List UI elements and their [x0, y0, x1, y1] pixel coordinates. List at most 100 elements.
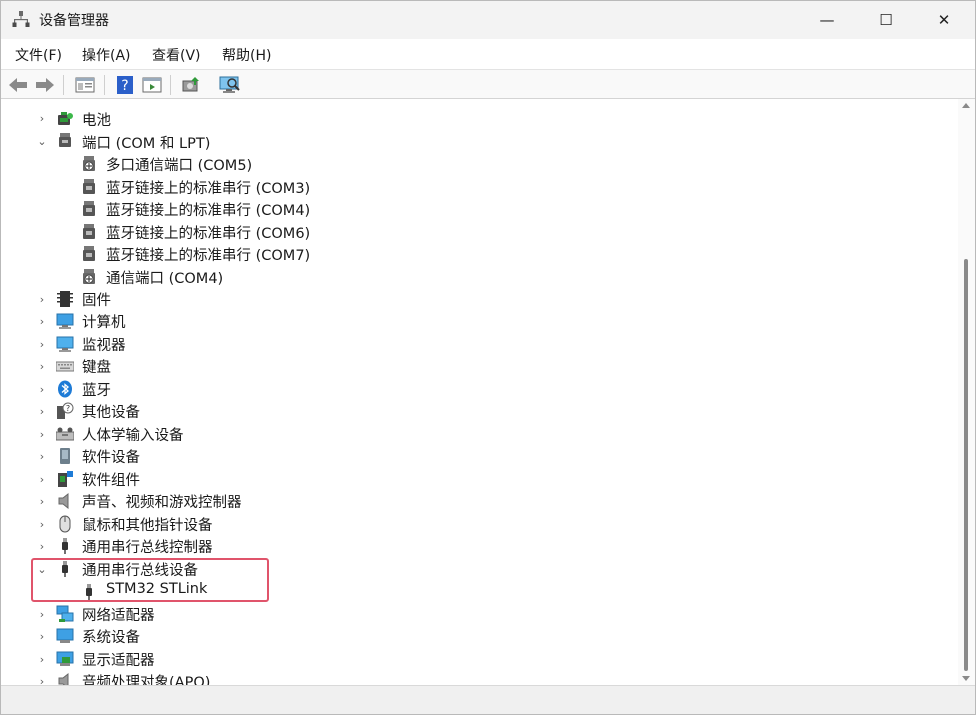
tree-item-display-adapters[interactable]: 显示适配器 [82, 649, 155, 670]
menu-bar: 文件(F) 操作(A) 查看(V) 帮助(H) [1, 39, 975, 69]
expand-chevron[interactable]: › [35, 629, 49, 643]
svg-text:?: ? [121, 78, 128, 94]
expand-chevron[interactable]: › [35, 517, 49, 531]
scan-hardware-button[interactable] [219, 74, 241, 96]
tree-item-audio-processing[interactable]: 音频处理对象(APO) [82, 671, 210, 685]
help-button[interactable]: ? [114, 74, 136, 96]
usb-icon [62, 538, 68, 554]
collapse-chevron[interactable]: ⌄ [35, 562, 49, 576]
usb-icon [86, 584, 92, 600]
tree-item-port[interactable]: 蓝牙链接上的标准串行 (COM6) [106, 222, 310, 243]
tree-item-software-devices[interactable]: 软件设备 [82, 446, 140, 467]
expand-chevron[interactable]: › [35, 652, 49, 666]
software-device-icon [60, 448, 70, 464]
vertical-scrollbar[interactable] [958, 99, 975, 685]
scroll-down-icon[interactable] [962, 676, 970, 681]
expand-chevron[interactable]: › [35, 449, 49, 463]
tree-item-firmware[interactable]: 固件 [82, 289, 111, 310]
maximize-icon: ☐ [879, 11, 893, 29]
tree-item-port[interactable]: 通信端口 (COM4) [106, 267, 223, 288]
serial-port-icon [83, 224, 95, 239]
tree-item-sound[interactable]: 声音、视频和游戏控制器 [82, 491, 242, 512]
tree-item-port[interactable]: 多口通信端口 (COM5) [106, 154, 252, 175]
expand-chevron[interactable]: › [35, 404, 49, 418]
expand-chevron[interactable]: › [35, 674, 49, 686]
system-devices-icon [56, 628, 74, 643]
expand-chevron[interactable]: › [35, 337, 49, 351]
tree-item-usb-controllers[interactable]: 通用串行总线控制器 [82, 536, 213, 557]
expand-chevron[interactable]: › [35, 314, 49, 328]
serial-port-icon [83, 246, 95, 261]
menu-help[interactable]: 帮助(H) [222, 45, 271, 65]
serial-port-icon [83, 201, 95, 216]
expand-chevron[interactable]: › [35, 539, 49, 553]
communications-port-icon [83, 269, 95, 284]
device-tree: › 电池 ⌄ 端口 (COM 和 LPT) 多口通信端口 (COM5) 蓝牙链接… [1, 99, 958, 685]
expand-chevron[interactable]: › [35, 111, 49, 125]
forward-button[interactable] [34, 74, 56, 96]
scrollbar-thumb[interactable] [964, 259, 968, 671]
bluetooth-icon [58, 380, 72, 398]
minimize-icon: — [819, 11, 835, 29]
port-icon [59, 133, 71, 147]
tree-item-bluetooth[interactable]: 蓝牙 [82, 379, 111, 400]
toolbar-separator [63, 75, 64, 95]
expand-chevron[interactable]: › [35, 472, 49, 486]
expand-chevron[interactable]: › [35, 382, 49, 396]
update-driver-button[interactable] [180, 74, 202, 96]
minimize-button[interactable]: — [804, 1, 850, 39]
tree-item-software-components[interactable]: 软件组件 [82, 469, 140, 490]
title-bar: 设备管理器 — ☐ ✕ [1, 1, 975, 39]
expand-chevron[interactable]: › [35, 427, 49, 441]
maximize-button[interactable]: ☐ [863, 1, 909, 39]
tree-item-port[interactable]: 蓝牙链接上的标准串行 (COM3) [106, 177, 310, 198]
tree-item-computer[interactable]: 计算机 [82, 311, 126, 332]
speaker-icon [58, 672, 69, 685]
help-icon: ? [117, 76, 133, 94]
menu-file[interactable]: 文件(F) [15, 45, 62, 65]
scan-hardware-icon [219, 76, 240, 93]
close-button[interactable]: ✕ [921, 1, 967, 39]
collapse-chevron[interactable]: ⌄ [35, 134, 49, 148]
tree-item-ports[interactable]: 端口 (COM 和 LPT) [82, 132, 210, 153]
tree-item-port[interactable]: 蓝牙链接上的标准串行 (COM7) [106, 244, 310, 265]
window-title: 设备管理器 [39, 13, 109, 29]
tree-item-system-devices[interactable]: 系统设备 [82, 626, 140, 647]
close-icon: ✕ [937, 11, 951, 29]
tree-item-keyboards[interactable]: 键盘 [82, 356, 111, 377]
display-adapter-icon [56, 651, 74, 666]
tree-item-stlink[interactable]: STM32 STLink [106, 581, 207, 597]
network-adapter-icon [56, 605, 74, 622]
update-driver-icon [182, 77, 199, 92]
properties-button[interactable] [74, 74, 96, 96]
show-hide-icon [142, 77, 162, 93]
expand-chevron[interactable]: › [35, 292, 49, 306]
menu-action[interactable]: 操作(A) [82, 45, 131, 65]
status-bar [1, 685, 975, 714]
toolbar: ? [1, 69, 975, 99]
mouse-icon [59, 515, 71, 533]
expand-chevron[interactable]: › [35, 494, 49, 508]
show-hide-button[interactable] [141, 74, 163, 96]
tree-item-battery[interactable]: 电池 [82, 109, 111, 130]
multiport-serial-icon [83, 156, 95, 171]
tree-item-monitors[interactable]: 监视器 [82, 334, 126, 355]
tree-item-network-adapters[interactable]: 网络适配器 [82, 604, 155, 625]
expand-chevron[interactable]: › [35, 359, 49, 373]
tree-item-other-devices[interactable]: 其他设备 [82, 401, 140, 422]
scroll-up-icon[interactable] [962, 103, 970, 108]
expand-chevron[interactable]: › [35, 607, 49, 621]
hid-icon [56, 427, 74, 441]
menu-view[interactable]: 查看(V) [152, 45, 201, 65]
toolbar-separator [170, 75, 171, 95]
firmware-icon [57, 291, 73, 307]
back-button[interactable] [7, 74, 29, 96]
tree-item-mice[interactable]: 鼠标和其他指针设备 [82, 514, 213, 535]
device-manager-app-icon [12, 11, 30, 27]
usb-icon [62, 561, 68, 577]
tree-item-hid[interactable]: 人体学输入设备 [82, 424, 184, 445]
battery-icon [58, 112, 73, 125]
computer-icon [56, 313, 74, 329]
tree-item-usb-devices[interactable]: 通用串行总线设备 [82, 559, 198, 580]
tree-item-port[interactable]: 蓝牙链接上的标准串行 (COM4) [106, 199, 310, 220]
